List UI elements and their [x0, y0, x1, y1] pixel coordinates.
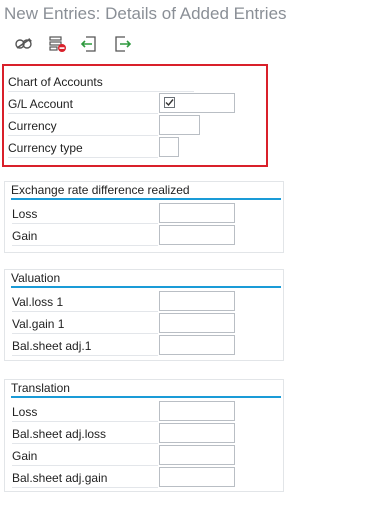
- gl-account-label: G/L Account: [8, 94, 158, 114]
- chart-of-accounts-label: Chart of Accounts: [8, 72, 194, 92]
- valuation-bal-sheet-adj-field[interactable]: [159, 335, 235, 355]
- realized-gain-field[interactable]: [159, 225, 235, 245]
- previous-entry-icon[interactable]: [80, 35, 100, 53]
- delete-icon[interactable]: [48, 35, 68, 53]
- translation-bal-sheet-adj-loss-field[interactable]: [159, 423, 235, 443]
- currency-field[interactable]: [159, 115, 200, 135]
- currency-type-field[interactable]: [159, 137, 179, 157]
- valuation-gain-field[interactable]: [159, 313, 235, 333]
- group-divider: [11, 198, 281, 200]
- realized-loss-label: Loss: [12, 204, 158, 224]
- currency-label: Currency: [8, 116, 158, 136]
- display-change-icon[interactable]: [14, 35, 34, 53]
- translation-loss-field[interactable]: [159, 401, 235, 421]
- currency-type-label: Currency type: [8, 138, 158, 158]
- group-divider: [11, 396, 281, 398]
- valuation-gain-label: Val.gain 1: [12, 314, 158, 334]
- next-entry-icon[interactable]: [112, 35, 132, 53]
- realized-gain-label: Gain: [12, 226, 158, 246]
- checkmark-icon: [165, 99, 174, 107]
- translation-loss-label: Loss: [12, 402, 158, 422]
- translation-bal-sheet-adj-gain-field[interactable]: [159, 467, 235, 487]
- realized-group-title: Exchange rate difference realized: [11, 183, 190, 197]
- gl-account-checkbox[interactable]: [164, 97, 175, 108]
- translation-group-title: Translation: [11, 381, 70, 395]
- translation-bal-sheet-adj-gain-label: Bal.sheet adj.gain: [12, 468, 158, 488]
- translation-bal-sheet-adj-loss-label: Bal.sheet adj.loss: [12, 424, 158, 444]
- toolbar: [0, 32, 381, 56]
- group-divider: [11, 286, 281, 288]
- valuation-loss-field[interactable]: [159, 291, 235, 311]
- translation-gain-label: Gain: [12, 446, 158, 466]
- realized-loss-field[interactable]: [159, 203, 235, 223]
- gl-account-field[interactable]: [159, 93, 235, 113]
- translation-gain-field[interactable]: [159, 445, 235, 465]
- valuation-group-title: Valuation: [11, 271, 61, 285]
- valuation-loss-label: Val.loss 1: [12, 292, 158, 312]
- valuation-bal-sheet-adj-label: Bal.sheet adj.1: [12, 336, 158, 356]
- page-title: New Entries: Details of Added Entries: [4, 4, 287, 23]
